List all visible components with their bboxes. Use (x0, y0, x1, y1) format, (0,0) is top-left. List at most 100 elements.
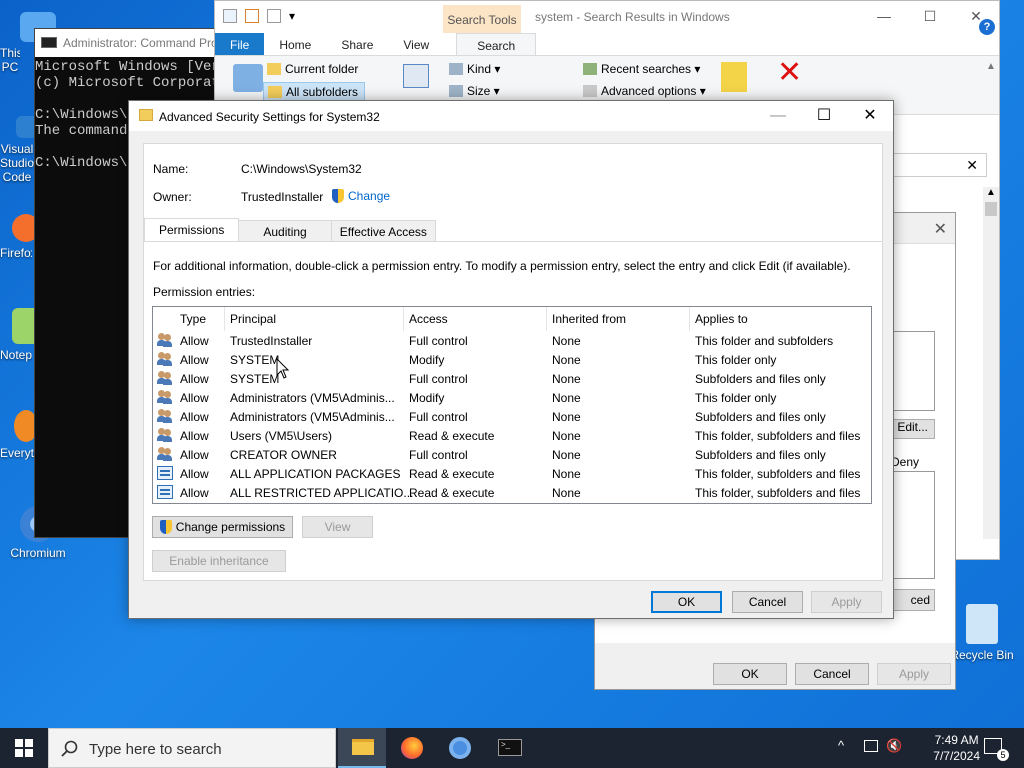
recent-searches-dropdown[interactable]: Recent searches ▾ (583, 62, 700, 76)
start-button[interactable] (0, 728, 48, 768)
permission-entries-list[interactable]: Type Principal Access Inherited from App… (152, 306, 872, 504)
table-row[interactable]: Allow SYSTEM Modify None This folder onl… (153, 350, 871, 369)
column-divider[interactable] (689, 307, 690, 331)
table-row[interactable]: Allow Users (VM5\Users) Read & execute N… (153, 426, 871, 445)
group-list[interactable] (891, 331, 935, 411)
taskbar-firefox[interactable] (388, 728, 436, 768)
cmd-line: The command (35, 123, 128, 139)
taskbar: Type here to search >_ ^ 🔇 7:49 AM 7/7/2… (0, 728, 1024, 768)
ok-button[interactable]: OK (651, 591, 722, 613)
cell-principal: Administrators (VM5\Adminis... (230, 410, 395, 424)
explorer-title-bar[interactable]: ▾ Search Tools system - Search Results i… (215, 1, 999, 33)
scroll-thumb[interactable] (985, 202, 997, 216)
tab-file[interactable]: File (215, 33, 265, 55)
tab-share[interactable]: Share (326, 33, 388, 55)
network-icon[interactable] (864, 740, 878, 752)
permission-list[interactable] (891, 471, 935, 579)
close-button[interactable]: ✕ (847, 101, 893, 131)
close-search-icon[interactable]: ✕ (777, 58, 802, 88)
table-row[interactable]: Allow SYSTEM Full control None Subfolder… (153, 369, 871, 388)
column-divider[interactable] (403, 307, 404, 331)
cancel-button[interactable]: Cancel (732, 591, 803, 613)
folder-icon (267, 63, 281, 75)
tab-view[interactable]: View (388, 33, 444, 55)
column-principal[interactable]: Principal (230, 312, 276, 326)
tab-home[interactable]: Home (264, 33, 326, 55)
taskbar-clock[interactable]: 7:49 AM 7/7/2024 (933, 732, 980, 764)
table-row[interactable]: Allow Administrators (VM5\Adminis... Ful… (153, 407, 871, 426)
cancel-button[interactable]: Cancel (795, 663, 869, 685)
all-subfolders-button[interactable]: All subfolders (263, 82, 366, 102)
size-icon (449, 85, 463, 97)
column-divider[interactable] (224, 307, 225, 331)
open-file-location-icon[interactable] (721, 62, 747, 92)
cell-principal: ALL RESTRICTED APPLICATIO... (230, 486, 414, 500)
folder-icon[interactable] (223, 9, 237, 23)
taskbar-chromium[interactable] (436, 728, 484, 768)
taskbar-search-box[interactable]: Type here to search (48, 728, 336, 768)
enable-inheritance-button[interactable]: Enable inheritance (152, 550, 286, 572)
column-access[interactable]: Access (409, 312, 448, 326)
table-row[interactable]: Allow TrustedInstaller Full control None… (153, 331, 871, 350)
column-divider[interactable] (546, 307, 547, 331)
column-applies-to[interactable]: Applies to (695, 312, 748, 326)
advanced-button[interactable]: ced (891, 589, 935, 611)
table-row[interactable]: Allow ALL APPLICATION PACKAGES Read & ex… (153, 464, 871, 483)
clear-search-icon[interactable]: ✕ (966, 157, 978, 174)
table-row[interactable]: Allow ALL RESTRICTED APPLICATIO... Read … (153, 483, 871, 502)
computer-icon[interactable] (233, 64, 263, 92)
chromium-icon (449, 737, 471, 759)
apply-button[interactable]: Apply (811, 591, 882, 613)
scroll-up-icon[interactable]: ▲ (983, 187, 999, 198)
dialog-title-bar[interactable]: Advanced Security Settings for System32 … (129, 101, 893, 131)
cell-applies: Subfolders and files only (695, 372, 826, 386)
column-type[interactable]: Type (180, 312, 206, 326)
scroll-up-top-icon[interactable]: ▲ (983, 61, 999, 72)
table-row[interactable]: Allow CREATOR OWNER Full control None Su… (153, 445, 871, 464)
ok-button[interactable]: OK (713, 663, 787, 685)
help-icon[interactable]: ? (979, 19, 995, 35)
taskbar-command-prompt[interactable]: >_ (486, 728, 534, 768)
notification-center-icon[interactable]: 5 (984, 738, 1009, 761)
user-group-icon (157, 447, 173, 461)
taskbar-file-explorer[interactable] (338, 728, 386, 768)
change-permissions-button[interactable]: Change permissions (152, 516, 293, 538)
cmd-line: (c) Microsoft Corporation (35, 75, 223, 91)
properties-icon[interactable] (245, 9, 259, 23)
chevron-down-icon[interactable]: ▾ (289, 9, 299, 23)
current-folder-button[interactable]: Current folder (267, 62, 358, 76)
tab-effective-access[interactable]: Effective Access (330, 220, 436, 242)
view-button[interactable]: View (302, 516, 373, 538)
new-folder-icon[interactable] (267, 9, 281, 23)
search-tools-context-tab[interactable]: Search Tools (443, 5, 521, 33)
cell-type: Allow (180, 429, 209, 443)
cmd-title-bar[interactable]: Administrator: Command Prompt (35, 29, 223, 57)
date-modified-icon[interactable] (403, 64, 429, 88)
minimize-button[interactable]: — (755, 101, 801, 131)
user-group-icon (157, 352, 173, 366)
info-text: For additional information, double-click… (153, 259, 851, 273)
cell-principal: Administrators (VM5\Adminis... (230, 391, 395, 405)
tab-auditing[interactable]: Auditing (238, 220, 332, 242)
advanced-options-dropdown[interactable]: Advanced options ▾ (583, 84, 706, 98)
minimize-button[interactable]: — (861, 1, 907, 31)
volume-muted-icon[interactable]: 🔇 (886, 738, 902, 754)
table-row[interactable]: Allow Administrators (VM5\Adminis... Mod… (153, 388, 871, 407)
maximize-button[interactable]: ☐ (907, 1, 953, 31)
tab-search[interactable]: Search (456, 33, 537, 55)
cell-type: Allow (180, 448, 209, 462)
column-inherited-from[interactable]: Inherited from (552, 312, 626, 326)
change-owner-link[interactable]: Change (332, 189, 390, 203)
show-hidden-icons-chevron-icon[interactable]: ^ (838, 738, 844, 753)
apply-button[interactable]: Apply (877, 663, 951, 685)
cell-access: Modify (409, 391, 445, 405)
cell-applies: Subfolders and files only (695, 448, 826, 462)
tab-permissions[interactable]: Permissions (144, 218, 240, 242)
results-scrollbar[interactable]: ▲ (983, 187, 999, 539)
size-dropdown[interactable]: Size ▾ (449, 84, 500, 98)
edit-button[interactable]: Edit... (891, 419, 935, 439)
kind-dropdown[interactable]: Kind ▾ (449, 62, 500, 76)
maximize-button[interactable]: ☐ (801, 101, 847, 131)
close-icon[interactable]: ✕ (934, 219, 947, 239)
advanced-security-dialog[interactable]: Advanced Security Settings for System32 … (128, 100, 894, 619)
